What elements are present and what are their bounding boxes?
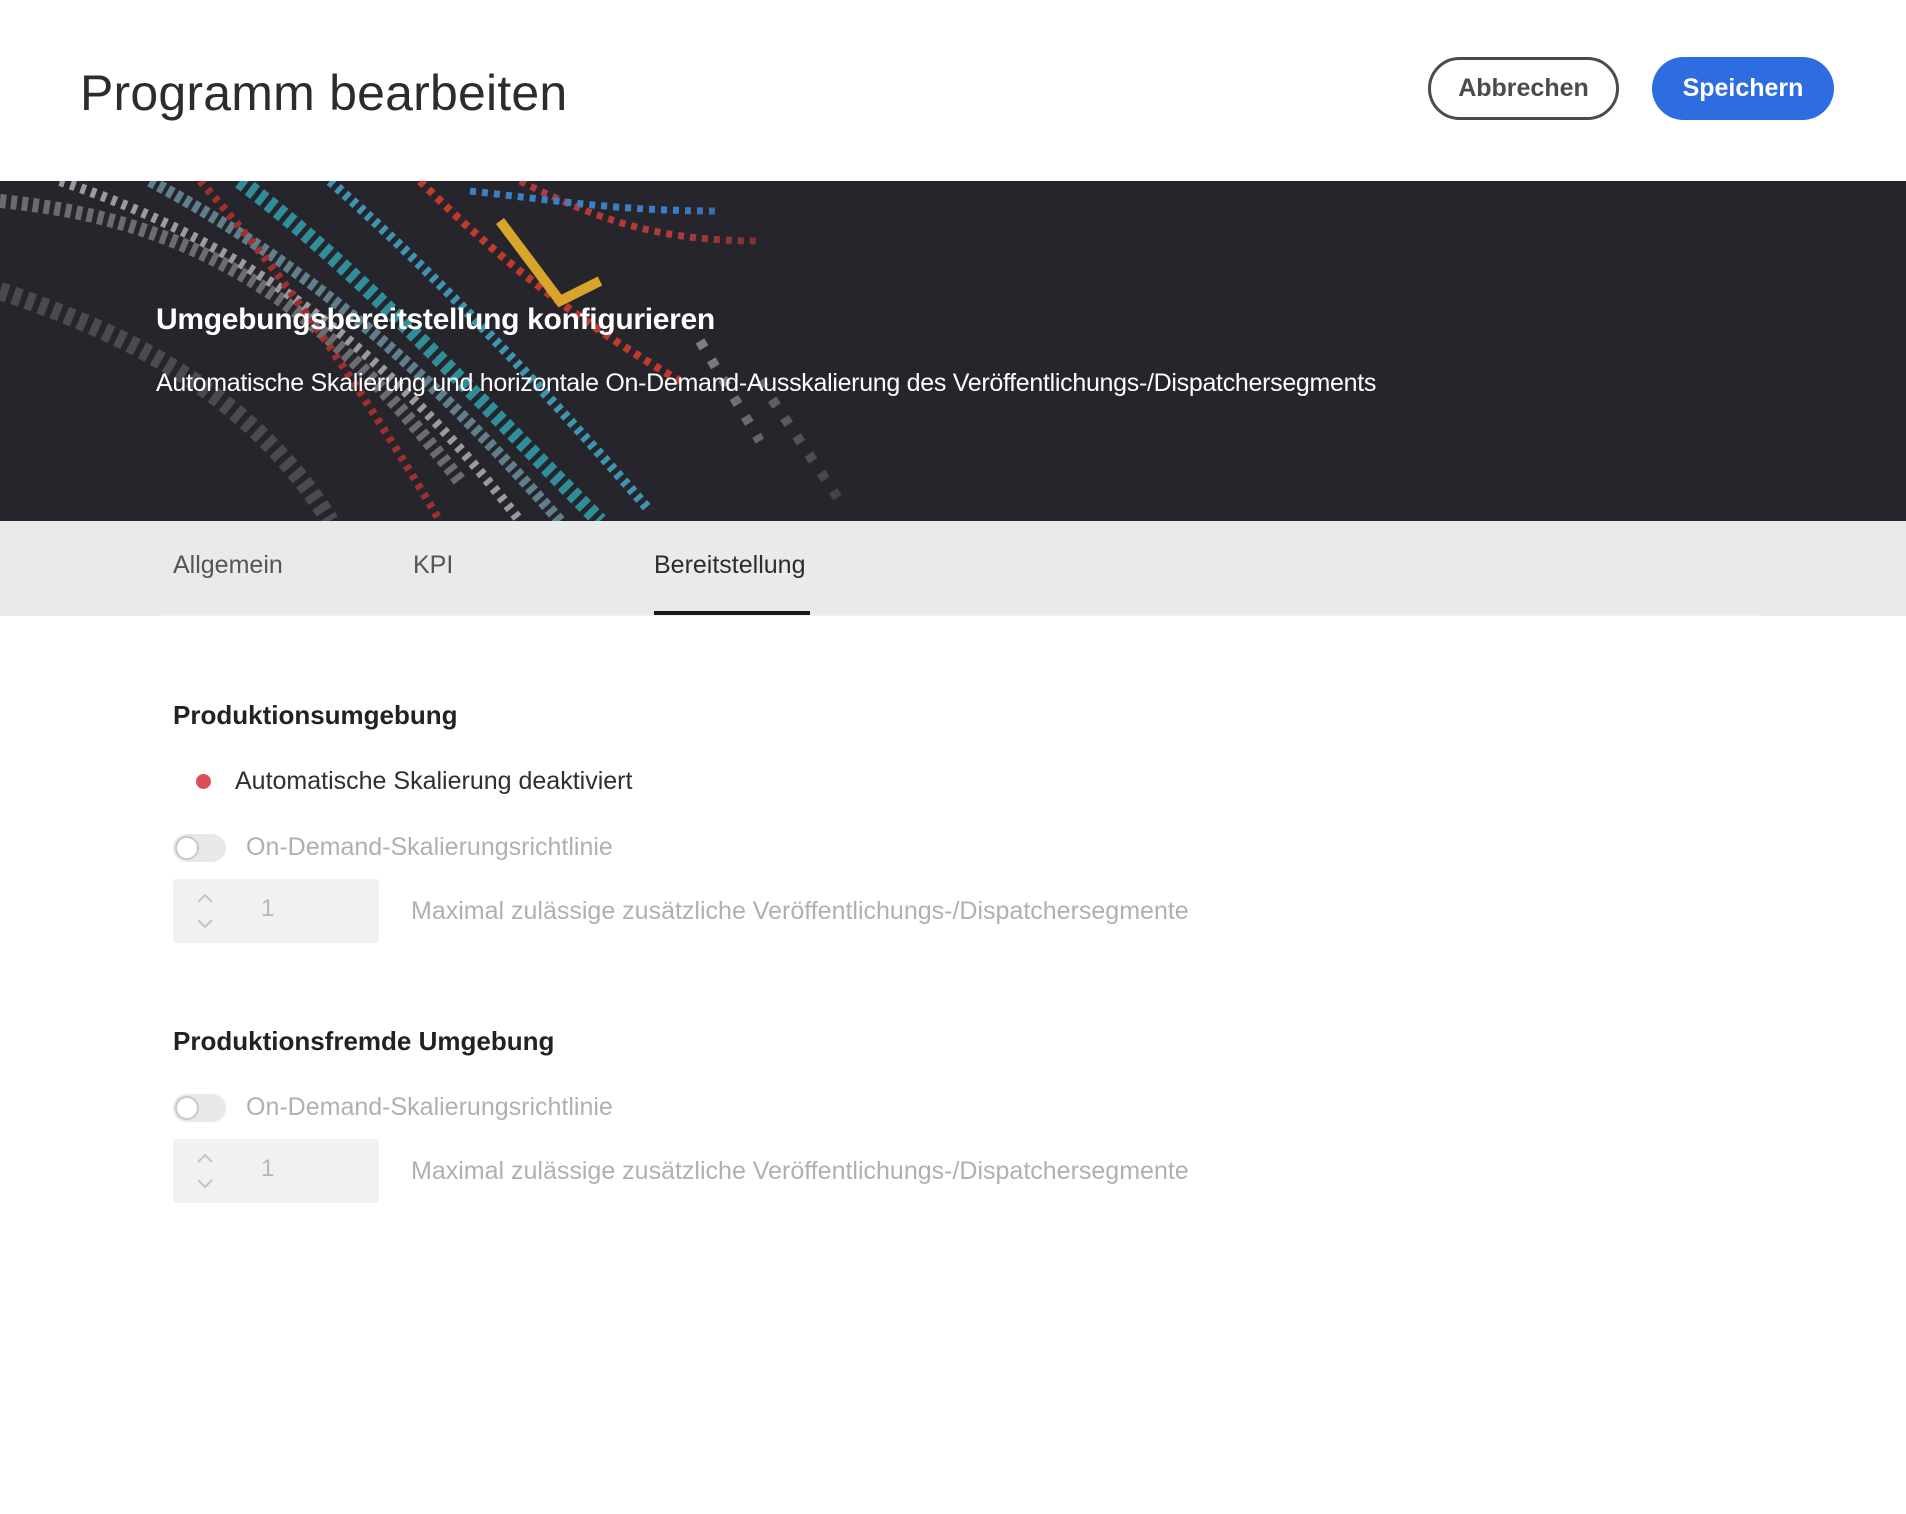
production-section-title: Produktionsumgebung bbox=[173, 700, 458, 730]
toggle-knob bbox=[175, 835, 199, 860]
active-tab-indicator bbox=[654, 611, 810, 615]
nonproduction-max-segments: 1 Maximal zulässige zusätzliche Veröffen… bbox=[173, 1139, 1189, 1203]
tab-kpi[interactable]: KPI bbox=[413, 551, 453, 580]
page-title: Programm bearbeiten bbox=[80, 65, 568, 121]
hero-banner: Umgebungsbereitstellung konfigurieren Au… bbox=[0, 181, 1906, 521]
production-status-text: Automatische Skalierung deaktiviert bbox=[235, 767, 633, 795]
nonproduction-toggle-label: On-Demand-Skalierungsrichtlinie bbox=[246, 1093, 613, 1121]
nonproduction-stepper-value: 1 bbox=[261, 1155, 275, 1182]
production-toggle-label: On-Demand-Skalierungsrichtlinie bbox=[246, 833, 613, 861]
tab-divider bbox=[158, 614, 1758, 616]
nonproduction-segments-stepper[interactable]: 1 bbox=[173, 1139, 379, 1203]
tab-bar: Allgemein KPI Bereitstellung bbox=[0, 521, 1906, 616]
production-segments-stepper[interactable]: 1 bbox=[173, 879, 379, 943]
nonproduction-section-title: Produktionsfremde Umgebung bbox=[173, 1026, 555, 1056]
hero-subtitle: Automatische Skalierung und horizontale … bbox=[156, 369, 1377, 397]
nonproduction-stepper-label: Maximal zulässige zusätzliche Veröffentl… bbox=[411, 1156, 1189, 1185]
production-stepper-label: Maximal zulässige zusätzliche Veröffentl… bbox=[411, 896, 1189, 925]
hero-title: Umgebungsbereitstellung konfigurieren bbox=[156, 303, 715, 336]
page-header: Programm bearbeiten Abbrechen Speichern bbox=[0, 0, 1906, 181]
toggle-knob bbox=[175, 1095, 199, 1120]
cancel-button[interactable]: Abbrechen bbox=[1428, 57, 1619, 120]
nonproduction-scaling-toggle[interactable] bbox=[173, 1093, 226, 1122]
tab-allgemein[interactable]: Allgemein bbox=[173, 551, 283, 580]
tab-bereitstellung[interactable]: Bereitstellung bbox=[654, 551, 805, 580]
status-dot-icon bbox=[196, 774, 211, 789]
production-max-segments: 1 Maximal zulässige zusätzliche Veröffen… bbox=[173, 879, 1189, 943]
production-stepper-value: 1 bbox=[261, 895, 275, 922]
stepper-arrows-icon[interactable] bbox=[195, 1151, 215, 1191]
hero-background-image bbox=[0, 181, 900, 521]
production-status: Automatische Skalierung deaktiviert bbox=[196, 767, 632, 796]
nonproduction-scaling-policy: On-Demand-Skalierungsrichtlinie bbox=[173, 1093, 613, 1122]
stepper-arrows-icon[interactable] bbox=[195, 891, 215, 931]
production-scaling-policy: On-Demand-Skalierungsrichtlinie bbox=[173, 833, 613, 862]
save-button[interactable]: Speichern bbox=[1652, 57, 1834, 120]
production-scaling-toggle[interactable] bbox=[173, 833, 226, 862]
